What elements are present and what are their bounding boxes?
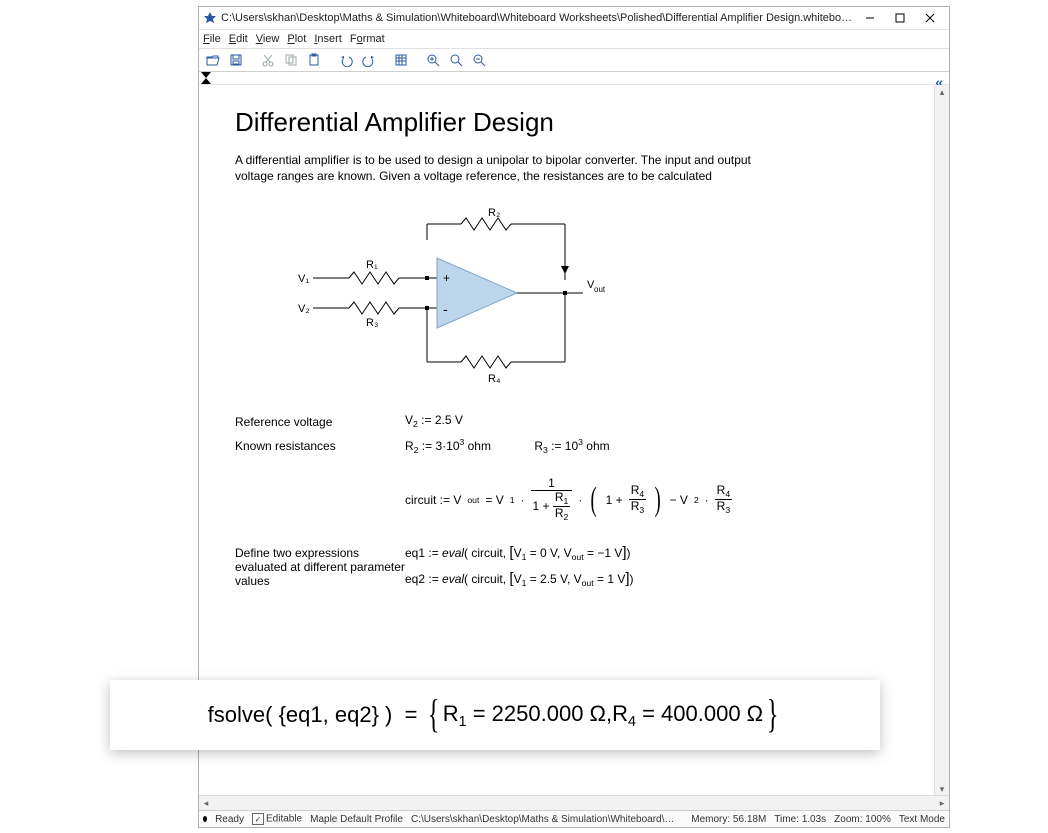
status-profile: Maple Default Profile <box>310 814 403 825</box>
menu-format[interactable]: Format <box>350 33 385 45</box>
status-mode: Text Mode <box>899 814 945 825</box>
svg-text:R₃: R₃ <box>366 317 378 329</box>
page-title: Differential Amplifier Design <box>235 107 899 138</box>
menu-file[interactable]: File <box>203 33 221 45</box>
title-bar: C:\Users\skhan\Desktop\Maths & Simulatio… <box>199 7 949 30</box>
grid-icon[interactable] <box>391 50 411 70</box>
vertical-scrollbar[interactable]: ▴ ▾ <box>934 85 949 796</box>
circuit-eq-label <box>235 477 405 479</box>
fsolve-result-popup: fsolve( {eq1, eq2} ) = { R1 = 2250.000 Ω… <box>110 680 880 750</box>
svg-text:out: out <box>594 285 606 294</box>
status-time: Time: 1.03s <box>774 814 826 825</box>
paste-icon[interactable] <box>304 50 324 70</box>
cut-icon[interactable] <box>258 50 278 70</box>
eq-definitions: eq1 := eval( circuit, [V1 = 0 V, Vout = … <box>405 544 899 588</box>
svg-text:-: - <box>443 301 448 317</box>
scroll-right-icon[interactable]: ▸ <box>935 796 949 810</box>
fsolve-r4: R4 = 400.000 Ω <box>612 701 763 730</box>
status-zoom: Zoom: 100% <box>834 814 891 825</box>
svg-text:V₂: V₂ <box>298 303 310 315</box>
known-res-value: R2 := 3·103 ohm R3 := 103 ohm <box>405 437 899 455</box>
fsolve-r1: R1 = 2250.000 Ω, <box>443 701 612 730</box>
status-bar: Ready ✓Editable Maple Default Profile C:… <box>199 810 949 827</box>
right-brace-icon: } <box>767 690 779 737</box>
circuit-equation: circuit := Vout = V1· 1 1 + R1R2 ·(1 + R… <box>405 477 899 522</box>
ruler-bar: « <box>199 72 949 85</box>
eq-def-label: Define two expressions evaluated at diff… <box>235 544 405 588</box>
fsolve-lhs: fsolve( {eq1, eq2} ) = <box>208 702 424 728</box>
status-memory: Memory: 56.18M <box>691 814 766 825</box>
svg-text:R₄: R₄ <box>488 373 501 385</box>
zoom-out-icon[interactable] <box>469 50 489 70</box>
save-icon[interactable] <box>226 50 246 70</box>
menu-plot[interactable]: Plot <box>287 33 306 45</box>
known-res-label: Known resistances <box>235 437 405 453</box>
status-editable: ✓Editable <box>252 813 302 825</box>
scroll-up-icon[interactable]: ▴ <box>935 85 949 99</box>
undo-icon[interactable] <box>336 50 356 70</box>
svg-text:V₁: V₁ <box>298 273 309 285</box>
svg-text:R₂: R₂ <box>488 207 500 219</box>
menu-view[interactable]: View <box>256 33 280 45</box>
app-logo-icon <box>203 11 217 25</box>
left-brace-icon: { <box>427 690 439 737</box>
toolbar <box>199 49 949 72</box>
scroll-left-icon[interactable]: ◂ <box>199 796 213 810</box>
open-icon[interactable] <box>203 50 223 70</box>
ref-voltage-label: Reference voltage <box>235 413 405 429</box>
status-indicator-icon <box>203 816 207 822</box>
menu-edit[interactable]: Edit <box>229 33 248 45</box>
maximize-button[interactable] <box>885 8 915 28</box>
copy-icon[interactable] <box>281 50 301 70</box>
minimize-button[interactable] <box>855 8 885 28</box>
status-path: C:\Users\skhan\Desktop\Maths & Simulatio… <box>411 814 683 825</box>
zoom-in-icon[interactable] <box>423 50 443 70</box>
window-title: C:\Users\skhan\Desktop\Maths & Simulatio… <box>221 12 855 24</box>
horizontal-scrollbar[interactable]: ◂ ▸ <box>199 795 949 810</box>
menu-bar: File Edit View Plot Insert Format <box>199 30 949 49</box>
redo-icon[interactable] <box>359 50 379 70</box>
scroll-down-icon[interactable]: ▾ <box>935 782 949 796</box>
svg-text:R₁: R₁ <box>366 259 378 271</box>
zoom-reset-icon[interactable] <box>446 50 466 70</box>
menu-insert[interactable]: Insert <box>314 33 342 45</box>
ruler-marker-bottom[interactable] <box>201 78 211 84</box>
status-ready: Ready <box>215 814 244 825</box>
circuit-diagram: R₂ V₁ R₁ <box>265 202 899 395</box>
ref-voltage-value: V2 := 2.5 V <box>405 413 899 429</box>
intro-paragraph: A differential amplifier is to be used t… <box>235 152 755 184</box>
svg-text:+: + <box>443 271 450 285</box>
close-button[interactable] <box>915 8 945 28</box>
